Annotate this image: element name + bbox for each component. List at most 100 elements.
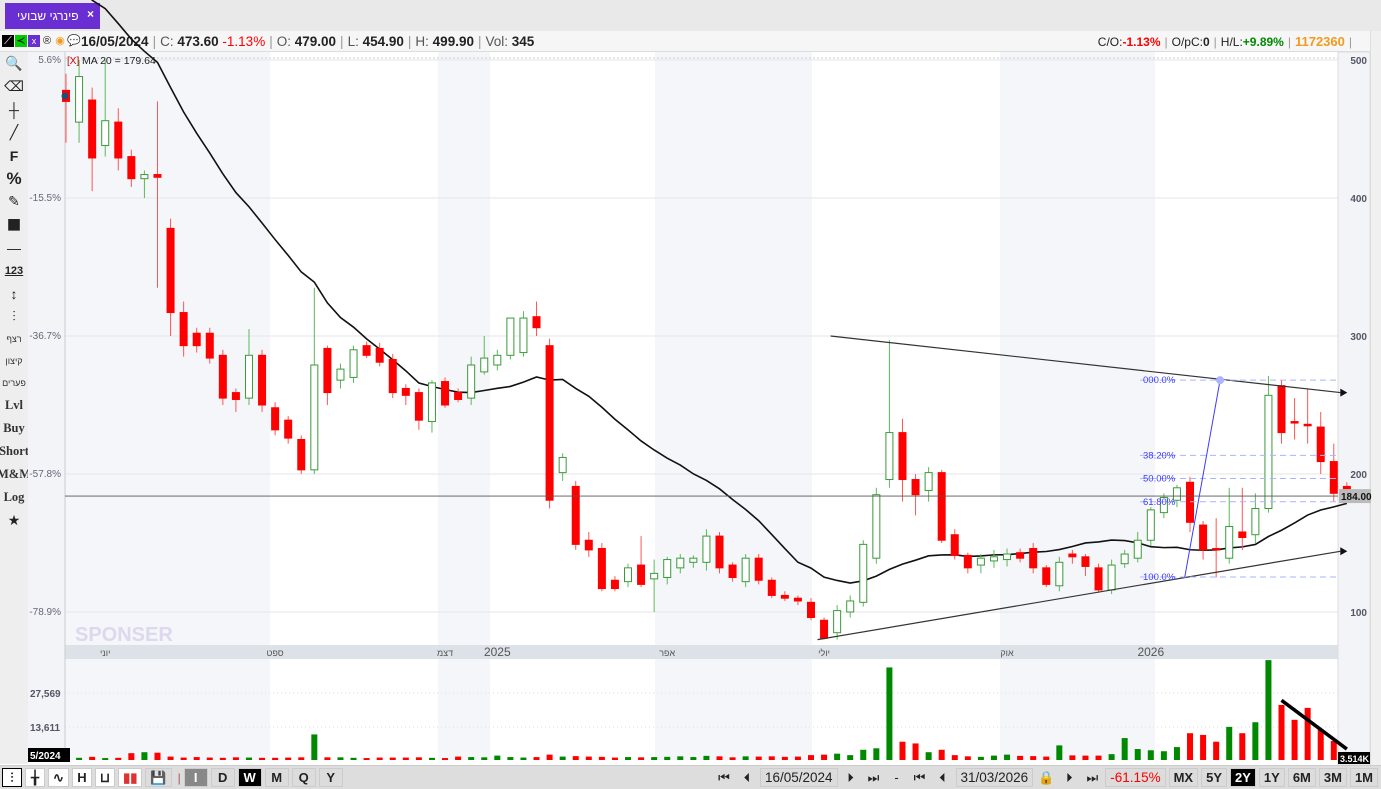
- candle-body[interactable]: [192, 332, 201, 347]
- candle-body[interactable]: [584, 539, 593, 551]
- candle-body[interactable]: [1016, 552, 1025, 559]
- candle-body[interactable]: [1094, 567, 1103, 591]
- candle-body[interactable]: [1003, 553, 1012, 561]
- lock-icon[interactable]: 🔒: [1036, 768, 1056, 787]
- start-next-button[interactable]: ⏵: [841, 768, 861, 787]
- candle-body[interactable]: [258, 354, 267, 406]
- candle-body[interactable]: [610, 579, 619, 590]
- candle-body[interactable]: [833, 610, 842, 634]
- candle-body[interactable]: [715, 535, 724, 569]
- candle-body[interactable]: [950, 534, 959, 556]
- candle-body[interactable]: [1068, 553, 1077, 558]
- candle-body[interactable]: [1146, 509, 1155, 541]
- candle-body[interactable]: [1303, 423, 1312, 427]
- end-first-button[interactable]: ⏮: [910, 768, 930, 787]
- candle-body[interactable]: [1081, 556, 1090, 567]
- candle-body[interactable]: [441, 381, 450, 406]
- candle-body[interactable]: [1042, 567, 1051, 585]
- candle-body[interactable]: [205, 332, 214, 359]
- candle-body[interactable]: [114, 121, 123, 159]
- candle-body[interactable]: [924, 472, 933, 492]
- range-1M[interactable]: 1M: [1349, 768, 1378, 787]
- candle-body[interactable]: [427, 382, 436, 423]
- start-last-button[interactable]: ⏭: [864, 768, 884, 787]
- candle-body[interactable]: [310, 364, 319, 471]
- candle-body[interactable]: [506, 317, 515, 356]
- candle-body[interactable]: [153, 174, 162, 178]
- price-axis[interactable]: [1337, 51, 1371, 765]
- range-1Y[interactable]: 1Y: [1258, 768, 1285, 787]
- save-icon[interactable]: 💾: [145, 768, 172, 787]
- candle-body[interactable]: [467, 364, 476, 399]
- candle-body[interactable]: [1212, 548, 1221, 551]
- candle-body[interactable]: [806, 601, 815, 619]
- candle-body[interactable]: [1186, 481, 1195, 523]
- candle-body[interactable]: [963, 554, 972, 569]
- candle-body[interactable]: [101, 120, 110, 147]
- candle-body[interactable]: [88, 99, 97, 159]
- candle-body[interactable]: [1316, 426, 1325, 463]
- candle-body[interactable]: [898, 432, 907, 481]
- candle-body[interactable]: [820, 619, 829, 639]
- candle-body[interactable]: [297, 439, 306, 471]
- candle-body[interactable]: [846, 600, 855, 613]
- candle-body[interactable]: [388, 358, 397, 394]
- candle-body[interactable]: [754, 557, 763, 581]
- candle-body[interactable]: [1329, 461, 1338, 494]
- candle-body[interactable]: [663, 559, 672, 578]
- candle-body[interactable]: [689, 557, 698, 563]
- candle-body[interactable]: [1277, 385, 1286, 434]
- candle-body[interactable]: [676, 557, 685, 569]
- candle-body[interactable]: [545, 345, 554, 501]
- candle-body[interactable]: [493, 354, 502, 366]
- candle-body[interactable]: [767, 579, 776, 596]
- candle-body[interactable]: [284, 419, 293, 439]
- candle-body[interactable]: [1251, 508, 1260, 536]
- candle-body[interactable]: [1199, 524, 1208, 551]
- candle-body[interactable]: [637, 564, 646, 585]
- end-prev-button[interactable]: ⏴: [933, 768, 953, 787]
- range-5Y[interactable]: 5Y: [1201, 768, 1227, 787]
- candle-body[interactable]: [127, 156, 136, 180]
- candle-body[interactable]: [1264, 394, 1273, 509]
- range-MX[interactable]: MX: [1168, 768, 1199, 787]
- candle-body[interactable]: [702, 535, 711, 563]
- candle-body[interactable]: [75, 76, 84, 123]
- candle-body[interactable]: [911, 479, 920, 496]
- range-2Y[interactable]: 2Y: [1230, 768, 1256, 787]
- candle-body[interactable]: [793, 597, 802, 602]
- candle-body[interactable]: [885, 432, 894, 481]
- chart-hollow-button[interactable]: ⊔: [94, 768, 116, 787]
- candle-body[interactable]: [480, 357, 489, 373]
- chart-color-button[interactable]: ▮▮: [118, 768, 143, 787]
- candle-body[interactable]: [166, 227, 175, 314]
- candle-body[interactable]: [218, 354, 227, 399]
- candle-body[interactable]: [597, 548, 606, 590]
- candle-body[interactable]: [244, 354, 253, 399]
- candle-body[interactable]: [362, 345, 371, 356]
- start-date-field[interactable]: 16/05/2024: [759, 768, 838, 787]
- candle-body[interactable]: [780, 594, 789, 599]
- range-6M[interactable]: 6M: [1287, 768, 1316, 787]
- candle-body[interactable]: [336, 368, 345, 381]
- candle-body[interactable]: [571, 485, 580, 545]
- candle-body[interactable]: [519, 317, 528, 354]
- candle-body[interactable]: [859, 543, 868, 603]
- candle-body[interactable]: [401, 387, 410, 396]
- start-first-button[interactable]: ⏮: [714, 768, 734, 787]
- candle-body[interactable]: [349, 349, 358, 378]
- candle-body[interactable]: [741, 557, 750, 583]
- candle-body[interactable]: [323, 347, 332, 394]
- end-last-button[interactable]: ⏭: [1082, 768, 1102, 787]
- chart-bars-button[interactable]: ╁: [25, 768, 45, 787]
- candle-body[interactable]: [976, 557, 985, 566]
- candle-body[interactable]: [271, 407, 280, 431]
- candle-body[interactable]: [558, 456, 567, 474]
- period-D[interactable]: D: [210, 768, 235, 787]
- price-chart[interactable]: 5.6% -15.5% -36.7% -57.8% -78.9% 500 400 300 200…: [0, 0, 1381, 765]
- candle-body[interactable]: [1107, 564, 1116, 591]
- chart-candles-button[interactable]: ⫶: [2, 768, 22, 787]
- candle-body[interactable]: [1120, 553, 1129, 565]
- candle-body[interactable]: [1029, 548, 1038, 569]
- candle-body[interactable]: [532, 316, 541, 329]
